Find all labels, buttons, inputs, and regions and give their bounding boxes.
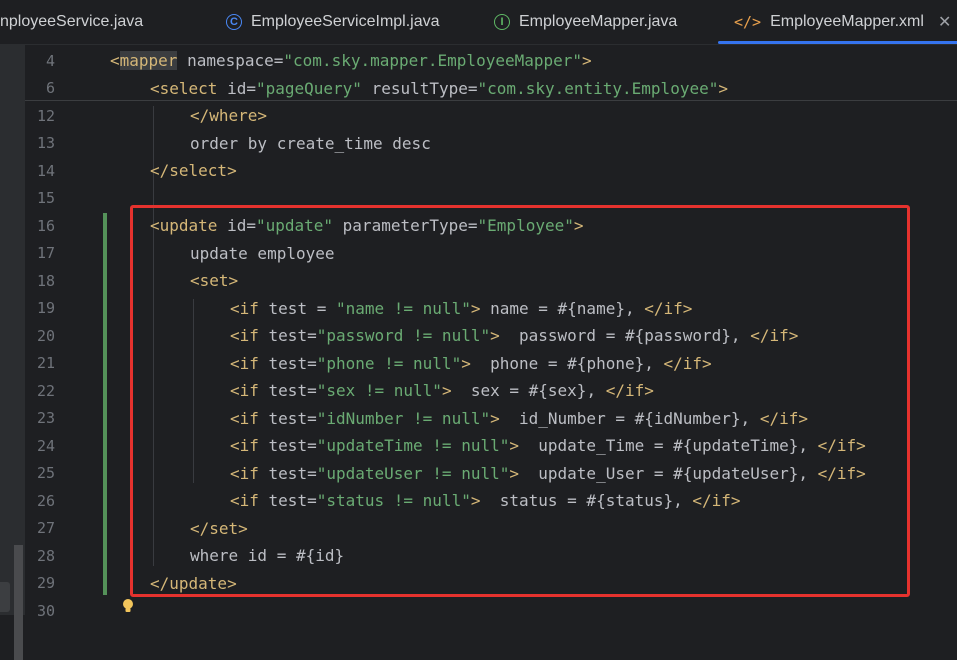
- line-number[interactable]: 24: [25, 437, 55, 455]
- code-line[interactable]: 4 <mapper namespace="com.sky.mapper.Emplo…: [25, 47, 957, 75]
- line-number[interactable]: 6: [25, 79, 55, 97]
- left-panel-strip: [0, 45, 25, 660]
- vcs-change-marker[interactable]: [103, 213, 107, 595]
- line-number[interactable]: 28: [25, 547, 55, 565]
- code-token: >: [582, 51, 592, 71]
- code-token: "com.sky.entity.Employee": [477, 78, 719, 98]
- line-number[interactable]: 21: [25, 354, 55, 372]
- tab-employee-service-impl[interactable]: C EmployeeServiceImpl.java: [226, 0, 440, 44]
- line-number[interactable]: 29: [25, 574, 55, 592]
- line-number[interactable]: 23: [25, 409, 55, 427]
- line-number[interactable]: 15: [25, 189, 55, 207]
- code-text: <mapper namespace="com.sky.mapper.Employ…: [110, 51, 592, 71]
- scrollbar-thumb[interactable]: [14, 545, 23, 660]
- active-tab-indicator: [718, 41, 957, 44]
- code-token: order by create_time desc: [190, 133, 431, 153]
- line-number[interactable]: 14: [25, 162, 55, 180]
- code-text: <select id="pageQuery" resultType="com.s…: [150, 79, 728, 98]
- tab-employee-service[interactable]: nployeeService.java: [0, 0, 143, 44]
- line-number[interactable]: 18: [25, 272, 55, 290]
- line-number[interactable]: 27: [25, 519, 55, 537]
- tab-label: nployeeService.java: [0, 13, 144, 30]
- tab-label: EmployeeServiceImpl.java: [251, 13, 440, 30]
- lightbulb-icon[interactable]: [121, 598, 135, 614]
- close-icon[interactable]: ✕: [938, 12, 951, 32]
- tab-label: EmployeeMapper.java: [519, 13, 678, 30]
- class-icon: C: [226, 14, 242, 30]
- editor-tab-bar: nployeeService.java C EmployeeServiceImp…: [0, 0, 957, 45]
- code-token: mapper: [119, 51, 178, 71]
- xml-icon: </>: [734, 13, 762, 31]
- code-token: </select>: [150, 161, 237, 181]
- highlight-box: [130, 205, 910, 597]
- line-number[interactable]: 4: [25, 52, 55, 70]
- code-text: order by create_time desc: [190, 134, 431, 153]
- code-text: </where>: [190, 106, 267, 125]
- line-number[interactable]: 19: [25, 299, 55, 317]
- code-text: </select>: [150, 161, 237, 180]
- line-number[interactable]: 25: [25, 464, 55, 482]
- line-number[interactable]: 17: [25, 244, 55, 262]
- code-token: namespace=: [177, 51, 284, 71]
- tab-employee-mapper-xml[interactable]: </> EmployeeMapper.xml ✕: [718, 0, 957, 44]
- code-line[interactable]: 14 </select>: [25, 157, 957, 185]
- code-editor[interactable]: 4 <mapper namespace="com.sky.mapper.Emplo…: [25, 45, 957, 620]
- line-number[interactable]: 22: [25, 382, 55, 400]
- code-token: <select: [150, 78, 218, 98]
- line-number[interactable]: 30: [25, 602, 55, 620]
- code-line[interactable]: 30: [25, 597, 957, 625]
- line-number[interactable]: 12: [25, 107, 55, 125]
- tab-employee-mapper-java[interactable]: I EmployeeMapper.java: [494, 0, 677, 44]
- code-token: "com.sky.mapper.EmployeeMapper": [283, 51, 583, 71]
- tab-label: EmployeeMapper.xml: [770, 13, 924, 30]
- interface-icon: I: [494, 14, 510, 30]
- line-number[interactable]: 16: [25, 217, 55, 235]
- code-token: >: [718, 78, 728, 98]
- panel-handle[interactable]: [0, 582, 10, 612]
- code-token: id=: [217, 78, 256, 98]
- line-number[interactable]: 26: [25, 492, 55, 510]
- code-line[interactable]: 6 <select id="pageQuery" resultType="com.…: [25, 75, 957, 103]
- line-number[interactable]: 13: [25, 134, 55, 152]
- code-token: "pageQuery": [255, 78, 362, 98]
- code-line[interactable]: 13 order by create_time desc: [25, 130, 957, 158]
- code-token: <: [110, 51, 120, 71]
- code-token: resultType=: [361, 78, 478, 98]
- line-number[interactable]: 20: [25, 327, 55, 345]
- code-token: </where>: [190, 106, 268, 126]
- code-line[interactable]: 12 </where>: [25, 102, 957, 130]
